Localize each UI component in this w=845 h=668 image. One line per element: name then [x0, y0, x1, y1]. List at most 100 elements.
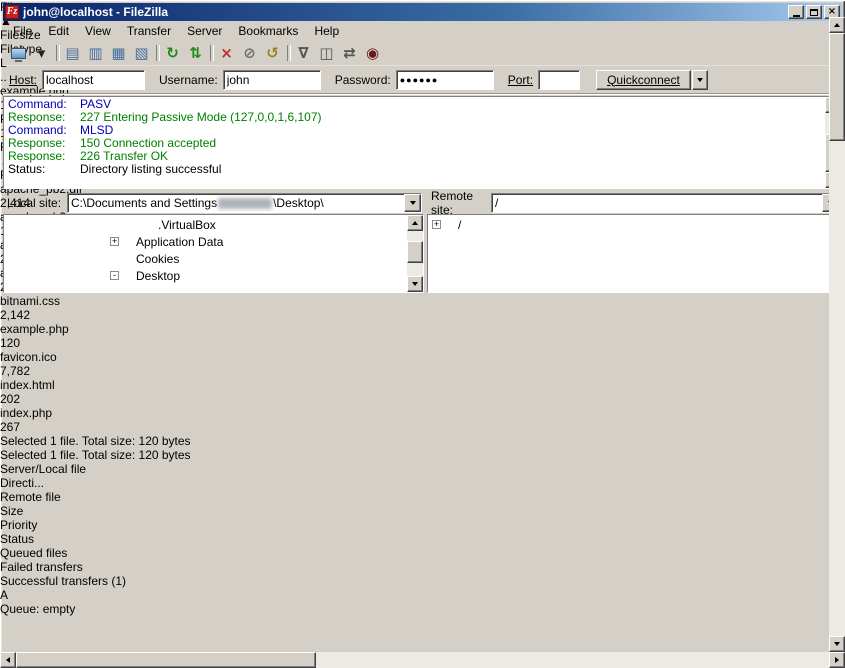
tab-successful-transfers-1[interactable]: Successful transfers (1): [0, 574, 845, 588]
remote-vertical-scrollbar[interactable]: [829, 17, 845, 652]
tree-item-item[interactable]: +/: [428, 216, 841, 233]
file-cell: 267: [0, 420, 112, 434]
disconnect-button[interactable]: ⊘: [238, 42, 261, 64]
username-input[interactable]: [223, 70, 321, 90]
scroll-up-button[interactable]: [407, 215, 423, 231]
menu-item-transfer[interactable]: Transfer: [119, 22, 179, 40]
local-site-dropdown-button[interactable]: [404, 194, 421, 212]
tree-item-label: /: [458, 218, 461, 232]
scrollbar-thumb[interactable]: [829, 33, 845, 141]
transfer-type-icon[interactable]: A: [0, 588, 845, 602]
directory-comparison-button[interactable]: ◫: [315, 42, 338, 64]
cancel-button[interactable]: ×: [215, 42, 238, 64]
synchronized-browsing-icon: ⇄: [343, 46, 356, 61]
local-site-label: Local site:: [3, 196, 67, 210]
filezilla-window: Fz john@localhost - FileZilla × FileEdit…: [0, 0, 845, 668]
username-label: Username:: [159, 73, 218, 87]
queue-column-header-status[interactable]: Status: [0, 532, 158, 546]
scroll-right-button[interactable]: [829, 652, 845, 668]
scroll-down-button[interactable]: [829, 636, 845, 652]
scroll-down-button[interactable]: [407, 276, 423, 292]
site-manager-button[interactable]: [7, 42, 30, 64]
log-line-label: Status:: [8, 163, 80, 176]
toggle-message-log-button[interactable]: ▤: [61, 42, 84, 64]
menu-bar: FileEditViewTransferServerBookmarksHelp: [3, 21, 842, 41]
synchronized-browsing-button[interactable]: ⇄: [338, 42, 361, 64]
tree-item-desktop[interactable]: -Desktop: [4, 267, 407, 284]
log-line-text: 227 Entering Passive Mode (127,0,0,1,6,1…: [80, 111, 322, 124]
remote-file-row-favicon-ico[interactable]: favicon.ico7,782: [0, 350, 845, 378]
reconnect-button[interactable]: ↺: [261, 42, 284, 64]
tree-item-cookies[interactable]: Cookies: [4, 250, 407, 267]
site-manager-dropdown-button[interactable]: ▾: [30, 42, 53, 64]
menu-item-view[interactable]: View: [77, 22, 119, 40]
queue-column-header-priority[interactable]: Priority: [0, 518, 63, 532]
local-site-row: Local site: C:\Documents and Settings\De…: [3, 193, 424, 213]
file-cell: bitnami.css: [0, 294, 283, 308]
host-label: Host:: [9, 73, 37, 87]
maximize-button[interactable]: [806, 5, 822, 19]
menu-item-help[interactable]: Help: [306, 22, 347, 40]
file-value: 7,782: [0, 364, 112, 378]
expand-plus-icon[interactable]: +: [432, 220, 441, 229]
collapse-minus-icon[interactable]: -: [110, 271, 119, 280]
menu-item-bookmarks[interactable]: Bookmarks: [230, 22, 306, 40]
host-input[interactable]: [42, 70, 145, 90]
file-value: 2,142: [0, 308, 112, 322]
menu-item-server[interactable]: Server: [179, 22, 230, 40]
toggle-message-log-icon: ▤: [65, 46, 79, 61]
title-bar[interactable]: Fz john@localhost - FileZilla ×: [3, 3, 842, 21]
expand-plus-icon[interactable]: +: [110, 237, 119, 246]
local-site-combobox[interactable]: C:\Documents and Settings\Desktop\: [67, 193, 422, 213]
cancel-icon: ×: [220, 46, 233, 61]
process-queue-button[interactable]: ⇅: [184, 42, 207, 64]
folder-icon: [122, 271, 136, 281]
refresh-button[interactable]: ↻: [161, 42, 184, 64]
remote-site-combobox[interactable]: /: [491, 193, 840, 213]
password-input[interactable]: [396, 70, 494, 90]
tab-failed-transfers[interactable]: Failed transfers: [0, 560, 845, 574]
toggle-transfer-queue-icon: ▧: [134, 46, 148, 61]
site-manager-icon: [11, 48, 26, 59]
port-input[interactable]: [538, 70, 580, 90]
queue-column-header-remote-file[interactable]: Remote file: [0, 490, 172, 504]
local-tree-scrollbar[interactable]: [407, 215, 423, 292]
queue-column-header-size[interactable]: Size: [0, 504, 67, 518]
scroll-up-button[interactable]: [829, 17, 845, 33]
toggle-remote-tree-button[interactable]: ▦: [107, 42, 130, 64]
scroll-left-button[interactable]: [0, 652, 16, 668]
tree-item-label: Cookies: [136, 252, 179, 266]
folder-icon: [122, 237, 136, 247]
remote-file-row-example-php[interactable]: example.php120: [0, 322, 845, 350]
remote-file-row-index-html[interactable]: index.html202: [0, 378, 845, 406]
tree-item-label: .VirtualBox: [158, 218, 216, 232]
quickconnect-button[interactable]: Quickconnect: [596, 70, 691, 90]
minimize-button[interactable]: [788, 5, 804, 19]
toggle-transfer-queue-button[interactable]: ▧: [130, 42, 153, 64]
arrow-down-icon: [412, 282, 418, 286]
toggle-local-tree-button[interactable]: ▥: [84, 42, 107, 64]
column-header-label: Priority: [0, 518, 63, 532]
queue-column-header-server-local-file[interactable]: Server/Local file: [0, 462, 232, 476]
find-files-button[interactable]: ◉: [361, 42, 384, 64]
filter-button[interactable]: ∇: [292, 42, 315, 64]
file-cell: 2,142: [0, 308, 112, 322]
scrollbar-thumb[interactable]: [16, 652, 316, 668]
menu-item-edit[interactable]: Edit: [40, 22, 77, 40]
site-manager-dropdown-icon: ▾: [38, 46, 46, 61]
remote-horizontal-scrollbar[interactable]: [0, 652, 845, 668]
remote-file-row-index-php[interactable]: index.php267: [0, 406, 845, 434]
tree-item-virtualbox[interactable]: .VirtualBox: [4, 216, 407, 233]
remote-directory-tree: +/: [427, 214, 842, 293]
file-cell: 7,782: [0, 364, 112, 378]
scrollbar-thumb[interactable]: [407, 241, 423, 263]
remote-file-row-bitnami-css[interactable]: bitnami.css2,142: [0, 294, 845, 322]
queue-column-header-directi[interactable]: Directi...: [0, 476, 63, 490]
tree-item-application-data[interactable]: +Application Data: [4, 233, 407, 250]
column-header-label: Remote file: [0, 490, 172, 504]
tab-queued-files[interactable]: Queued files: [0, 546, 845, 560]
menu-item-file[interactable]: File: [5, 22, 40, 40]
column-header-label: Status: [0, 532, 158, 546]
remote-site-path: /: [492, 194, 822, 212]
quickconnect-dropdown-button[interactable]: [692, 70, 708, 90]
